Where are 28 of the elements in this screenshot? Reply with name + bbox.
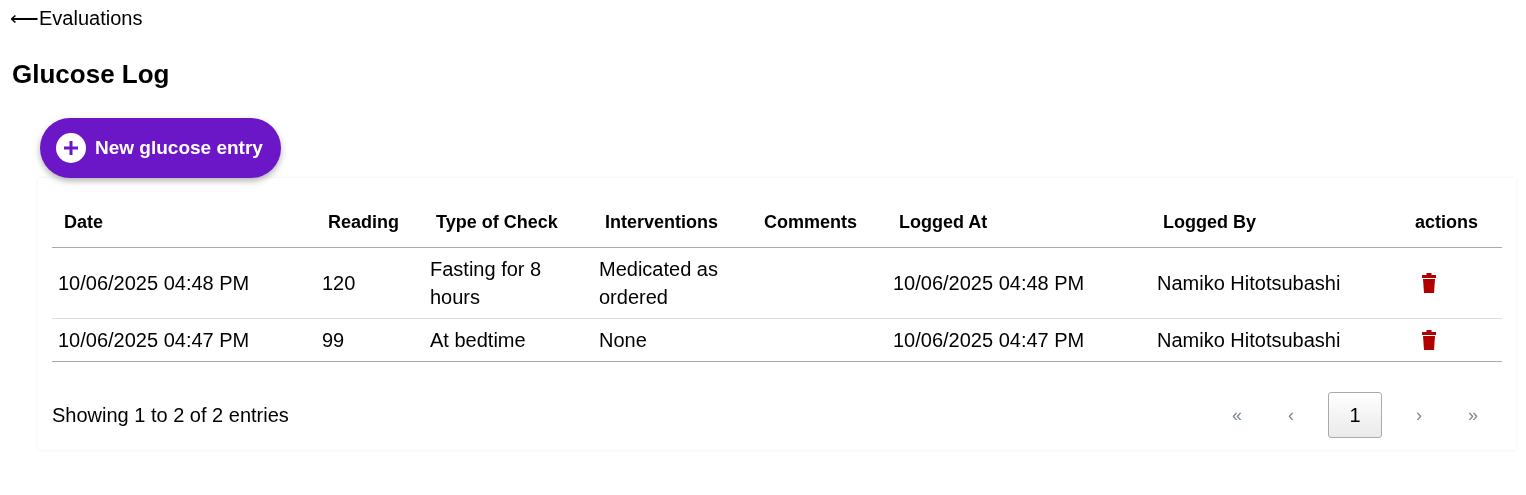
column-header: Logged By <box>1151 212 1403 248</box>
table-cell: Fasting for 8 hours <box>430 258 542 308</box>
column-header: Comments <box>752 212 887 248</box>
back-link[interactable]: ⟵Evaluations <box>10 4 143 32</box>
table-cell: Medicated as ordered <box>599 258 718 308</box>
plus-circle-icon <box>56 133 86 163</box>
column-header: Type of Check <box>424 212 593 248</box>
trash-icon[interactable] <box>1421 273 1437 293</box>
entries-summary: Showing 1 to 2 of 2 entries <box>52 403 289 427</box>
table-cell: 10/06/2025 04:47 PM <box>58 329 250 351</box>
table-cell: None <box>599 329 647 351</box>
table-cell: 10/06/2025 04:48 PM <box>893 272 1085 294</box>
trash-icon[interactable] <box>1421 330 1437 350</box>
table-cell: Namiko Hitotsubashi <box>1157 329 1341 351</box>
page-button[interactable]: 1 <box>1328 392 1382 438</box>
table-cell: At bedtime <box>430 329 526 351</box>
page-title: Glucose Log <box>12 58 171 90</box>
table-cell: 10/06/2025 04:47 PM <box>893 329 1085 351</box>
table-cell: 10/06/2025 04:48 PM <box>58 272 250 294</box>
table-cell: 99 <box>322 329 345 351</box>
table-cell: 120 <box>322 272 356 294</box>
column-header: actions <box>1403 212 1502 248</box>
column-header: Logged At <box>887 212 1151 248</box>
column-header: Reading <box>316 212 424 248</box>
column-header: Date <box>52 212 316 248</box>
new-entry-button[interactable]: New glucose entry <box>40 118 281 178</box>
table-cell: Namiko Hitotsubashi <box>1157 272 1341 294</box>
column-header: Interventions <box>593 212 752 248</box>
